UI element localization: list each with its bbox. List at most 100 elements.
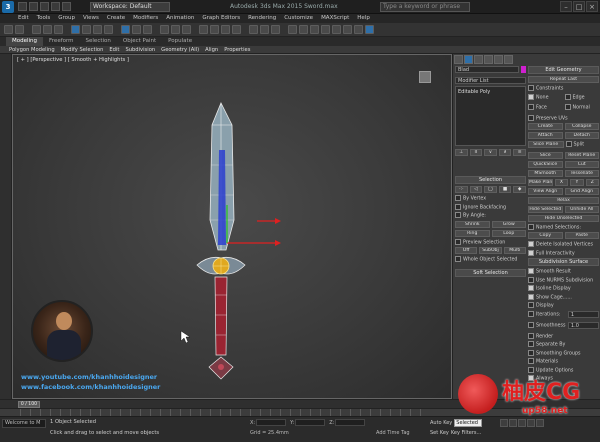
split-checkbox[interactable]: Split <box>566 141 600 148</box>
panel-geometry[interactable]: Geometry (All) <box>158 46 202 53</box>
msmooth-button[interactable]: MSmooth <box>528 169 563 177</box>
motion-tab-icon[interactable] <box>484 55 493 64</box>
preview-multi-radio[interactable]: Multi <box>503 247 526 254</box>
redo-toolbar-icon[interactable] <box>15 25 24 34</box>
constraint-normal-radio[interactable]: Normal <box>565 104 600 111</box>
add-time-tag-button[interactable]: Add Time Tag <box>376 430 410 436</box>
smoothness-spinner[interactable]: 1.0 <box>567 321 599 329</box>
border-mode-icon[interactable]: ◯ <box>484 186 497 193</box>
tab-modeling[interactable]: Modeling <box>6 37 44 46</box>
rendered-frame-icon[interactable] <box>354 25 363 34</box>
quickslice-button[interactable]: QuickSlice <box>528 160 563 168</box>
tab-populate[interactable]: Populate <box>162 37 198 46</box>
element-mode-icon[interactable]: ◆ <box>513 186 526 193</box>
tab-freeform[interactable]: Freeform <box>43 37 80 46</box>
time-slider-handle[interactable]: 0 / 100 <box>18 401 40 408</box>
menu-help[interactable]: Help <box>353 14 374 23</box>
reference-coordinate-icon[interactable] <box>160 25 169 34</box>
preview-off-radio[interactable]: Off <box>455 247 478 254</box>
maximize-icon[interactable]: □ <box>573 1 585 12</box>
smoothing-groups-checkbox[interactable]: Smoothing Groups <box>528 350 599 356</box>
repeat-last-button[interactable]: Repeat Last <box>528 76 599 83</box>
modifier-list-dropdown[interactable]: Modifier List <box>455 77 526 84</box>
x-coord-field[interactable] <box>256 419 287 426</box>
snaps-toggle-icon[interactable] <box>199 25 208 34</box>
save-file-icon[interactable] <box>40 2 49 11</box>
iterations-spinner[interactable]: 1 <box>567 310 599 318</box>
slice-plane-button[interactable]: Slice Plane <box>528 141 564 148</box>
show-end-result-icon[interactable]: II <box>469 149 483 156</box>
selection-region-icon[interactable] <box>93 25 102 34</box>
redo-icon[interactable] <box>62 2 71 11</box>
perspective-viewport[interactable]: [ + ] [Perspective ] [ Smooth + Highligh… <box>12 54 452 399</box>
render-production-icon[interactable] <box>365 25 374 34</box>
tessellate-button[interactable]: Tessellate <box>564 169 599 177</box>
search-input[interactable]: Type a keyword or phrase <box>380 2 470 12</box>
schematic-view-icon[interactable] <box>321 25 330 34</box>
mirror-icon[interactable] <box>260 25 269 34</box>
edge-mode-icon[interactable]: ◁ <box>469 186 483 193</box>
vertex-mode-icon[interactable]: ·:· <box>455 186 468 193</box>
smooth-result-checkbox[interactable]: Smooth Result <box>528 268 599 275</box>
set-key-button[interactable]: Set Key <box>430 430 449 436</box>
tab-object-paint[interactable]: Object Paint <box>117 37 162 46</box>
modifier-stack[interactable]: Editable Poly <box>455 86 526 146</box>
maxscript-listener[interactable]: Welcome to M <box>2 419 46 428</box>
edit-geometry-rollout[interactable]: Edit Geometry <box>528 66 599 74</box>
display-tab-icon[interactable] <box>494 55 503 64</box>
menu-views[interactable]: Views <box>79 14 103 23</box>
select-rotate-icon[interactable] <box>132 25 141 34</box>
panel-align[interactable]: Align <box>202 46 221 53</box>
menu-modifiers[interactable]: Modifiers <box>129 14 162 23</box>
hide-unselected-button[interactable]: Hide Unselected <box>528 214 599 222</box>
menu-tools[interactable]: Tools <box>33 14 55 23</box>
render-setup-icon[interactable] <box>343 25 352 34</box>
window-crossing-icon[interactable] <box>104 25 113 34</box>
y-coord-field[interactable] <box>295 419 326 426</box>
preserve-uvs-checkbox[interactable]: Preserve UVs <box>528 115 599 121</box>
menu-create[interactable]: Create <box>103 14 129 23</box>
spinner-snap-icon[interactable] <box>232 25 241 34</box>
panel-polygon-modeling[interactable]: Polygon Modeling <box>6 46 58 53</box>
new-file-icon[interactable] <box>18 2 27 11</box>
collapse-button[interactable]: Collapse <box>564 123 599 130</box>
app-logo-icon[interactable]: 3 <box>2 1 14 13</box>
curve-editor-icon[interactable] <box>310 25 319 34</box>
select-manipulate-icon[interactable] <box>182 25 191 34</box>
layer-explorer-icon[interactable] <box>288 25 297 34</box>
ignore-backfacing-checkbox[interactable]: Ignore Backfacing <box>455 204 526 210</box>
subdivision-surface-rollout[interactable]: Subdivision Surface <box>528 258 599 266</box>
angle-snap-icon[interactable] <box>210 25 219 34</box>
menu-rendering[interactable]: Rendering <box>244 14 280 23</box>
menu-graph-editors[interactable]: Graph Editors <box>198 14 244 23</box>
object-name-field[interactable]: Blad <box>455 66 519 73</box>
unhide-all-button[interactable]: Unhide All <box>564 205 599 213</box>
preview-subobj-radio[interactable]: SubObj <box>479 247 502 254</box>
menu-customize[interactable]: Customize <box>280 14 317 23</box>
by-vertex-checkbox[interactable]: By Vertex <box>455 195 526 202</box>
copy-button[interactable]: Copy <box>528 232 563 239</box>
graphite-toolbar-icon[interactable] <box>299 25 308 34</box>
make-unique-icon[interactable]: ∨ <box>484 149 497 156</box>
view-align-button[interactable]: View Align <box>528 187 563 195</box>
menu-group[interactable]: Group <box>54 14 79 23</box>
pivot-point-icon[interactable] <box>171 25 180 34</box>
menu-edit[interactable]: Edit <box>14 14 33 23</box>
planar-x-button[interactable]: X <box>554 178 569 186</box>
modify-tab-icon[interactable] <box>464 55 473 64</box>
make-planar-button[interactable]: Make Planar <box>528 178 553 186</box>
grid-align-button[interactable]: Grid Align <box>564 187 599 195</box>
materials-checkbox[interactable]: Materials <box>528 358 599 365</box>
use-nurms-checkbox[interactable]: Use NURMS Subdivision <box>528 277 599 283</box>
align-icon[interactable] <box>271 25 280 34</box>
relax-button[interactable]: Relax <box>528 196 599 204</box>
material-editor-icon[interactable] <box>332 25 341 34</box>
constraint-face-radio[interactable]: Face <box>528 104 563 111</box>
auto-key-button[interactable]: Auto Key <box>430 420 452 426</box>
workspace-dropdown[interactable]: Workspace: Default <box>90 2 170 12</box>
configure-sets-icon[interactable]: ≡ <box>513 149 526 156</box>
panel-modify-selection[interactable]: Modify Selection <box>58 46 107 53</box>
create-button[interactable]: Create <box>528 123 563 130</box>
edit-named-selection-icon[interactable] <box>249 25 258 34</box>
menu-maxscript[interactable]: MAXScript <box>317 14 353 23</box>
